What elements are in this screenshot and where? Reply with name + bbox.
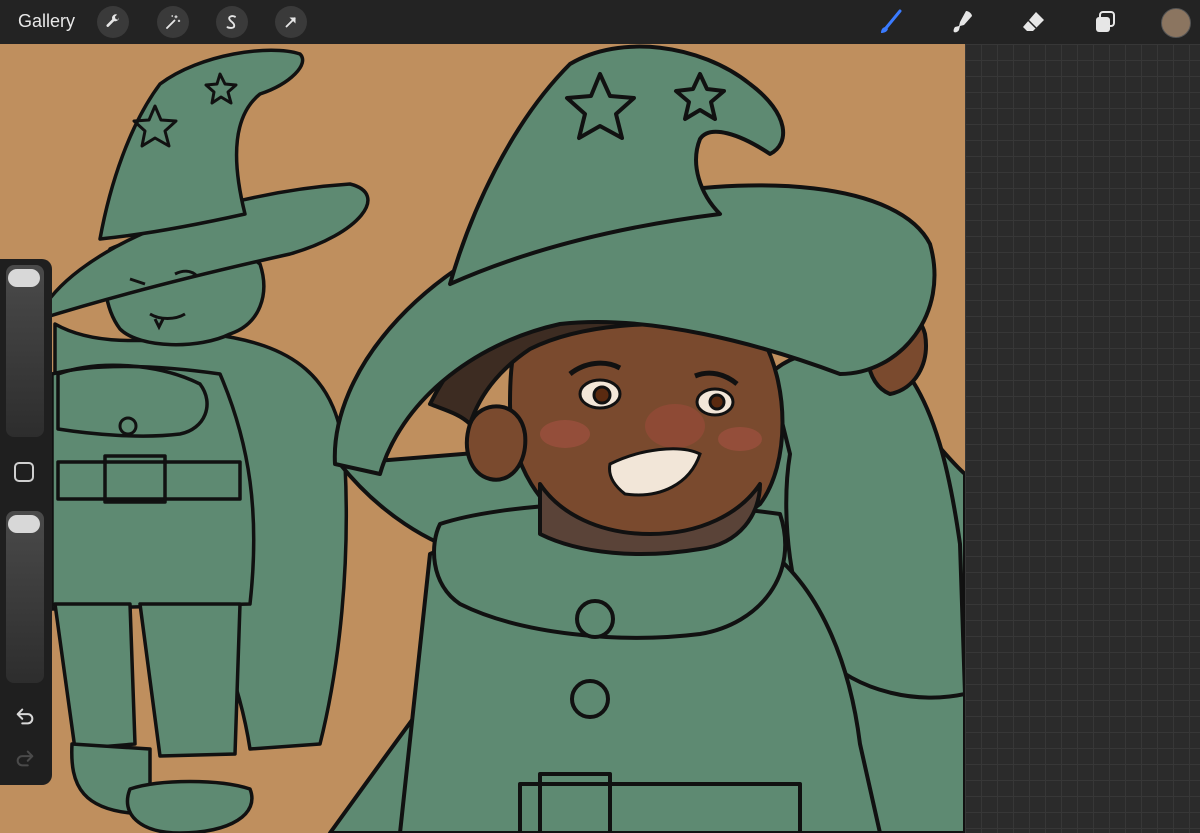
top-toolbar: Gallery	[0, 0, 1200, 44]
redo-icon[interactable]	[12, 745, 38, 771]
canvas-grid-background	[965, 44, 1200, 833]
layers-icon[interactable]	[1089, 6, 1121, 38]
artwork	[38, 44, 965, 833]
brush-size-handle[interactable]	[8, 269, 40, 287]
undo-icon[interactable]	[12, 703, 38, 729]
left-wizard-figure	[38, 48, 370, 833]
left-sidebar	[0, 259, 52, 785]
gallery-button[interactable]: Gallery	[18, 11, 75, 32]
modify-square-button[interactable]	[14, 462, 34, 482]
magic-wand-icon[interactable]	[157, 6, 189, 38]
arrow-transform-icon[interactable]	[275, 6, 307, 38]
eraser-icon[interactable]	[1017, 6, 1049, 38]
color-picker-swatch[interactable]	[1161, 8, 1191, 38]
brush-size-slider[interactable]	[6, 265, 44, 437]
selection-s-icon[interactable]	[216, 6, 248, 38]
smudge-icon[interactable]	[946, 6, 978, 38]
drawing-canvas[interactable]	[0, 44, 965, 833]
opacity-handle[interactable]	[8, 515, 40, 533]
wrench-icon[interactable]	[97, 6, 129, 38]
opacity-slider[interactable]	[6, 511, 44, 683]
brush-icon[interactable]	[874, 6, 906, 38]
right-wizard-figure	[328, 44, 965, 833]
